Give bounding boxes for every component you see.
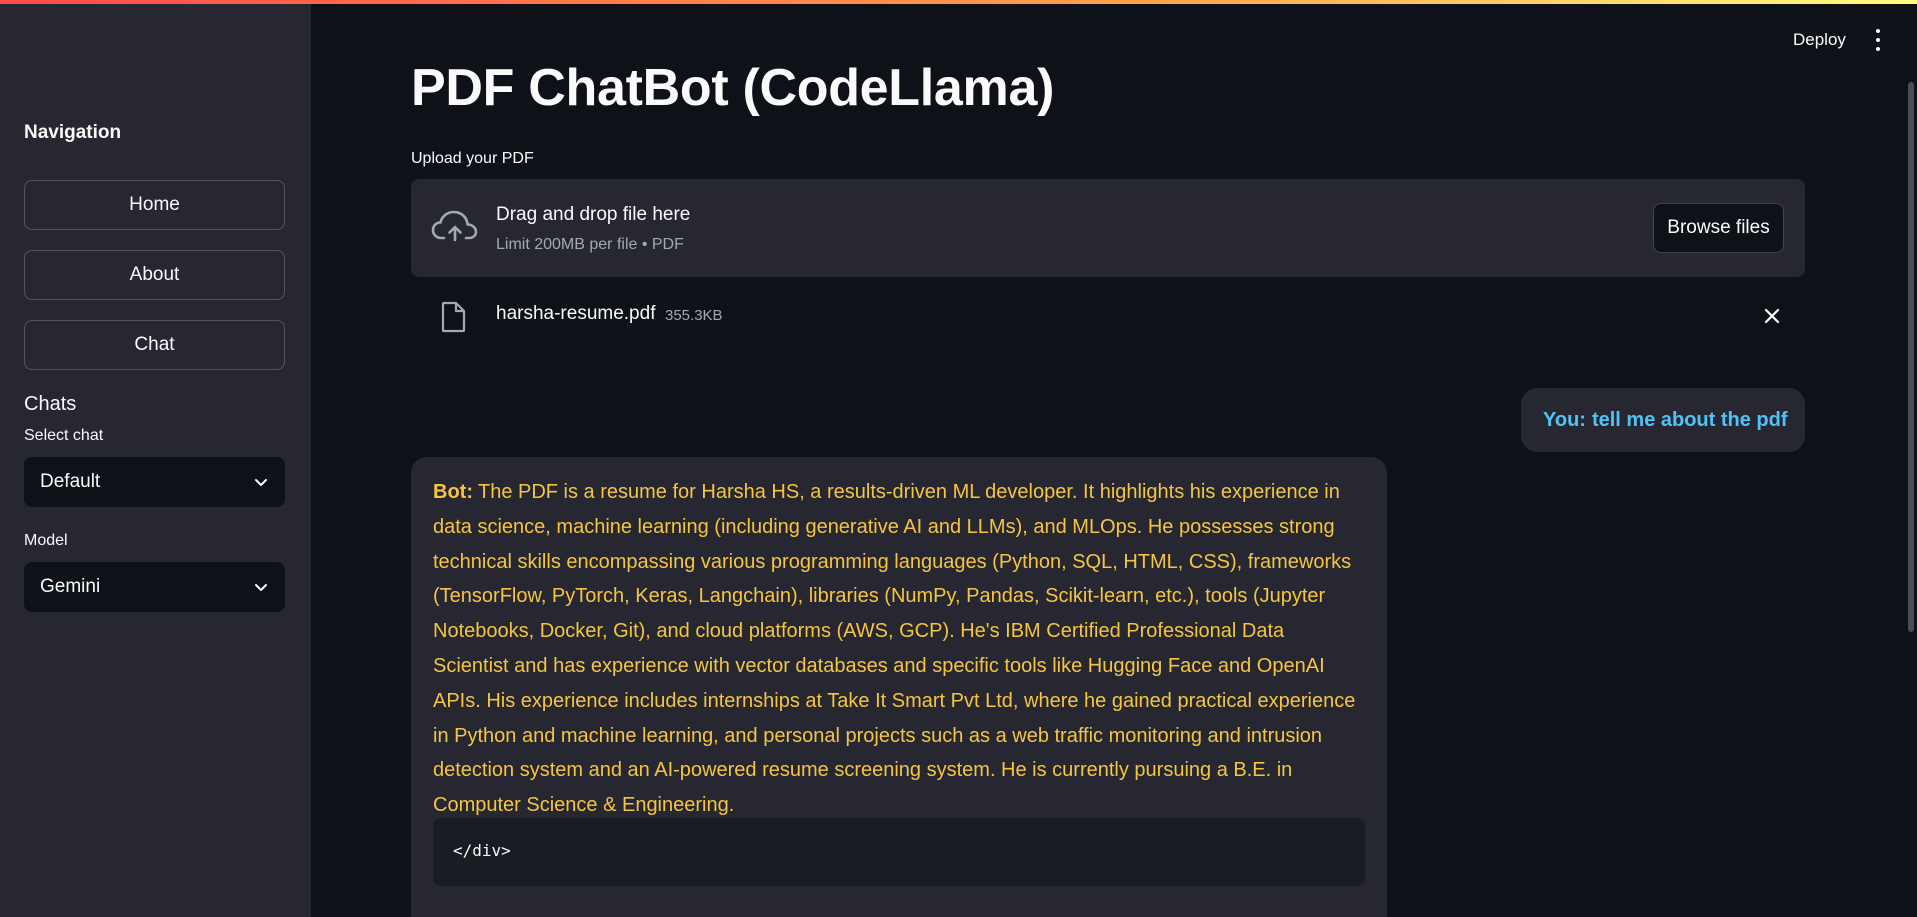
chevron-down-icon <box>255 479 267 486</box>
upload-label: Upload your PDF <box>411 150 534 167</box>
select-chat-dropdown[interactable]: Default <box>24 457 285 507</box>
chats-heading: Chats <box>24 393 77 415</box>
bot-message-text: The PDF is a resume for Harsha HS, a res… <box>433 481 1356 817</box>
page-title: PDF ChatBot (CodeLlama) <box>411 59 1055 117</box>
chevron-down-icon <box>255 584 267 591</box>
code-block: </div> <box>433 818 1365 886</box>
top-decoration-bar <box>0 0 1917 4</box>
file-dropzone[interactable]: Drag and drop file here Limit 200MB per … <box>411 179 1805 277</box>
uploaded-file-row: harsha-resume.pdf 355.3KB <box>411 295 1805 337</box>
cloud-upload-icon <box>431 210 478 242</box>
nav-chat-button[interactable]: Chat <box>24 320 285 370</box>
file-icon <box>441 301 466 333</box>
close-icon[interactable] <box>1761 305 1783 327</box>
main-scrollbar[interactable] <box>1908 82 1914 632</box>
sidebar: Navigation Home About Chat Chats Select … <box>0 0 311 917</box>
browse-files-button[interactable]: Browse files <box>1653 203 1784 253</box>
nav-about-button[interactable]: About <box>24 250 285 300</box>
nav-title: Navigation <box>24 122 122 143</box>
file-name: harsha-resume.pdf <box>496 303 656 324</box>
nav-home-button[interactable]: Home <box>24 180 285 230</box>
model-value: Gemini <box>40 576 101 597</box>
select-chat-value: Default <box>40 471 101 492</box>
user-message-text: tell me about the pdf <box>1591 408 1788 431</box>
user-message: You: tell me about the pdf <box>1521 388 1805 452</box>
file-size: 355.3KB <box>665 307 723 324</box>
model-dropdown[interactable]: Gemini <box>24 562 285 612</box>
deploy-button[interactable]: Deploy <box>1793 30 1846 50</box>
bot-message-prefix: Bot: <box>433 481 473 503</box>
user-message-prefix: You: <box>1543 408 1586 431</box>
dropzone-subtitle: Limit 200MB per file • PDF <box>496 236 684 253</box>
dropzone-title: Drag and drop file here <box>496 204 691 225</box>
model-label: Model <box>24 532 68 549</box>
select-chat-label: Select chat <box>24 427 104 444</box>
bot-message: Bot: The PDF is a resume for Harsha HS, a… <box>411 457 1387 917</box>
more-vertical-icon[interactable] <box>1871 29 1885 51</box>
